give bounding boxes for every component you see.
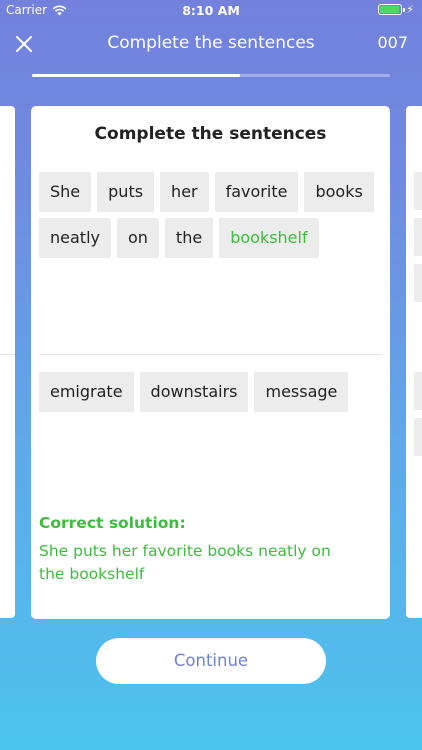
answer-area: She puts her favorite books neatly on the booksh… (39, 172, 379, 258)
status-bar: Carrier 8:10 AM ⚡ (0, 0, 422, 22)
answer-word-chip[interactable]: She (39, 172, 92, 212)
battery-icon (378, 4, 406, 15)
answer-word-chip[interactable]: her (160, 172, 209, 212)
card-title: Complete the sentences (94, 124, 327, 144)
next-card-peek[interactable] (406, 106, 422, 618)
previous-card-peek[interactable] (0, 106, 15, 618)
divider (39, 354, 382, 355)
word-bank-chip[interactable]: downstairs (139, 372, 249, 412)
page-title: Complete the sentences (107, 33, 315, 53)
answer-word-chip[interactable]: favorite (214, 172, 299, 212)
progress-fill (32, 74, 240, 77)
charging-icon: ⚡ (406, 3, 414, 16)
status-time: 8:10 AM (182, 3, 240, 18)
word-bank-chip[interactable]: message (254, 372, 349, 412)
battery-level (380, 6, 399, 13)
answer-word-chip[interactable]: books (304, 172, 374, 212)
status-right: ⚡ (378, 3, 414, 16)
answer-word-chip[interactable]: puts (97, 172, 155, 212)
word-bank-chip[interactable]: emigrate (39, 372, 134, 412)
question-counter: 007 (377, 33, 408, 52)
answer-word-chip[interactable]: on (116, 218, 159, 258)
exercise-card: Complete the sentences She puts her favorit… (31, 106, 390, 619)
answer-word-chip[interactable]: neatly (39, 218, 111, 258)
solution-label: Correct solution: (39, 514, 186, 532)
answer-word-chip[interactable]: bookshelf (219, 218, 319, 258)
progress-bar (32, 74, 390, 77)
continue-button[interactable]: Continue (96, 638, 326, 684)
solution-text: She puts her favorite books neatly on th… (39, 542, 331, 583)
answer-word-chip[interactable]: the (164, 218, 214, 258)
word-bank: emigrate downstairs message (39, 372, 379, 412)
header: Complete the sentences 007 (0, 22, 422, 66)
